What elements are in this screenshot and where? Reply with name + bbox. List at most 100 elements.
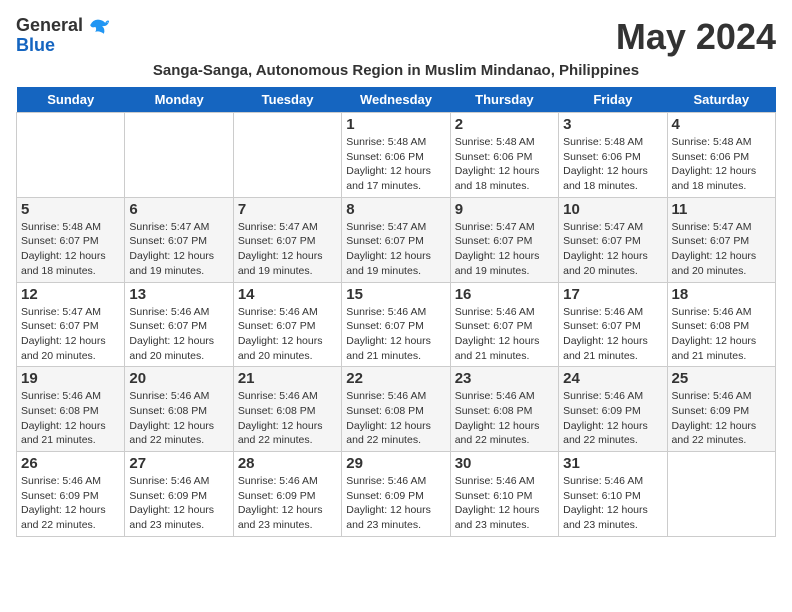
calendar-cell: 21 Sunrise: 5:46 AM Sunset: 6:08 PM Dayli… (233, 367, 341, 452)
cell-info: Sunrise: 5:46 AM Sunset: 6:08 PM Dayligh… (21, 389, 120, 448)
date-number: 5 (21, 201, 120, 218)
date-number: 17 (563, 286, 662, 303)
day-header-friday: Friday (559, 87, 667, 113)
calendar-cell: 5 Sunrise: 5:48 AM Sunset: 6:07 PM Daylig… (17, 197, 125, 282)
cell-info: Sunrise: 5:46 AM Sunset: 6:08 PM Dayligh… (346, 389, 445, 448)
date-number: 15 (346, 286, 445, 303)
day-header-saturday: Saturday (667, 87, 775, 113)
cell-info: Sunrise: 5:46 AM Sunset: 6:07 PM Dayligh… (129, 305, 228, 364)
date-number: 7 (238, 201, 337, 218)
date-number: 19 (21, 370, 120, 387)
day-header-wednesday: Wednesday (342, 87, 450, 113)
date-number: 27 (129, 455, 228, 472)
calendar-cell: 3Sunrise: 5:48 AM Sunset: 6:06 PM Daylig… (559, 113, 667, 198)
cell-info: Sunrise: 5:48 AM Sunset: 6:06 PM Dayligh… (346, 135, 445, 194)
week-row-1: 5 Sunrise: 5:48 AM Sunset: 6:07 PM Daylig… (17, 197, 776, 282)
calendar-cell: 16 Sunrise: 5:46 AM Sunset: 6:07 PM Dayli… (450, 282, 558, 367)
calendar-cell: 14Sunrise: 5:46 AM Sunset: 6:07 PM Dayli… (233, 282, 341, 367)
day-header-monday: Monday (125, 87, 233, 113)
cell-info: Sunrise: 5:46 AM Sunset: 6:07 PM Dayligh… (455, 305, 554, 364)
calendar-cell: 23Sunrise: 5:46 AM Sunset: 6:08 PM Dayli… (450, 367, 558, 452)
cell-info: Sunrise: 5:48 AM Sunset: 6:06 PM Dayligh… (563, 135, 662, 194)
cell-info: Sunrise: 5:46 AM Sunset: 6:08 PM Dayligh… (238, 389, 337, 448)
calendar-cell: 27 Sunrise: 5:46 AM Sunset: 6:09 PM Dayli… (125, 452, 233, 537)
calendar-cell: 25 Sunrise: 5:46 AM Sunset: 6:09 PM Dayli… (667, 367, 775, 452)
calendar-cell: 20 Sunrise: 5:46 AM Sunset: 6:08 PM Dayli… (125, 367, 233, 452)
calendar-cell: 8 Sunrise: 5:47 AM Sunset: 6:07 PM Daylig… (342, 197, 450, 282)
date-number: 25 (672, 370, 771, 387)
cell-info: Sunrise: 5:47 AM Sunset: 6:07 PM Dayligh… (455, 220, 554, 279)
page-title: May 2024 (616, 16, 776, 58)
date-number: 4 (672, 116, 771, 133)
day-header-tuesday: Tuesday (233, 87, 341, 113)
date-number: 6 (129, 201, 228, 218)
calendar-cell: 24 Sunrise: 5:46 AM Sunset: 6:09 PM Dayli… (559, 367, 667, 452)
date-number: 9 (455, 201, 554, 218)
date-number: 28 (238, 455, 337, 472)
date-number: 31 (563, 455, 662, 472)
cell-info: Sunrise: 5:46 AM Sunset: 6:08 PM Dayligh… (455, 389, 554, 448)
calendar-cell (667, 452, 775, 537)
date-number: 22 (346, 370, 445, 387)
cell-info: Sunrise: 5:46 AM Sunset: 6:09 PM Dayligh… (238, 474, 337, 533)
cell-info: Sunrise: 5:46 AM Sunset: 6:10 PM Dayligh… (563, 474, 662, 533)
day-header-sunday: Sunday (17, 87, 125, 113)
cell-info: Sunrise: 5:46 AM Sunset: 6:10 PM Dayligh… (455, 474, 554, 533)
calendar-cell: 9 Sunrise: 5:47 AM Sunset: 6:07 PM Daylig… (450, 197, 558, 282)
date-number: 16 (455, 286, 554, 303)
cell-info: Sunrise: 5:46 AM Sunset: 6:09 PM Dayligh… (129, 474, 228, 533)
logo-blue: Blue (16, 36, 55, 56)
cell-info: Sunrise: 5:46 AM Sunset: 6:09 PM Dayligh… (672, 389, 771, 448)
date-number: 1 (346, 116, 445, 133)
calendar-cell: 26 Sunrise: 5:46 AM Sunset: 6:09 PM Dayli… (17, 452, 125, 537)
calendar-cell: 6 Sunrise: 5:47 AM Sunset: 6:07 PM Daylig… (125, 197, 233, 282)
cell-info: Sunrise: 5:47 AM Sunset: 6:07 PM Dayligh… (346, 220, 445, 279)
date-number: 12 (21, 286, 120, 303)
calendar-cell: 22 Sunrise: 5:46 AM Sunset: 6:08 PM Dayli… (342, 367, 450, 452)
date-number: 13 (129, 286, 228, 303)
header-top: General Blue May 2024 (16, 16, 776, 58)
cell-info: Sunrise: 5:46 AM Sunset: 6:08 PM Dayligh… (672, 305, 771, 364)
date-number: 10 (563, 201, 662, 218)
calendar-cell (125, 113, 233, 198)
calendar-cell: 7 Sunrise: 5:47 AM Sunset: 6:07 PM Daylig… (233, 197, 341, 282)
week-row-3: 19 Sunrise: 5:46 AM Sunset: 6:08 PM Dayli… (17, 367, 776, 452)
cell-info: Sunrise: 5:48 AM Sunset: 6:07 PM Dayligh… (21, 220, 120, 279)
subtitle: Sanga-Sanga, Autonomous Region in Muslim… (16, 62, 776, 79)
cell-info: Sunrise: 5:46 AM Sunset: 6:08 PM Dayligh… (129, 389, 228, 448)
calendar-cell: 2Sunrise: 5:48 AM Sunset: 6:06 PM Daylig… (450, 113, 558, 198)
bird-icon (85, 16, 109, 36)
calendar-cell: 29Sunrise: 5:46 AM Sunset: 6:09 PM Dayli… (342, 452, 450, 537)
date-number: 11 (672, 201, 771, 218)
logo-general: General (16, 16, 83, 36)
cell-info: Sunrise: 5:47 AM Sunset: 6:07 PM Dayligh… (238, 220, 337, 279)
cell-info: Sunrise: 5:46 AM Sunset: 6:09 PM Dayligh… (563, 389, 662, 448)
calendar-cell: 10Sunrise: 5:47 AM Sunset: 6:07 PM Dayli… (559, 197, 667, 282)
date-number: 20 (129, 370, 228, 387)
week-row-2: 12 Sunrise: 5:47 AM Sunset: 6:07 PM Dayli… (17, 282, 776, 367)
calendar-cell: 12 Sunrise: 5:47 AM Sunset: 6:07 PM Dayli… (17, 282, 125, 367)
calendar-cell: 1 Sunrise: 5:48 AM Sunset: 6:06 PM Daylig… (342, 113, 450, 198)
calendar-cell: 18 Sunrise: 5:46 AM Sunset: 6:08 PM Dayli… (667, 282, 775, 367)
cell-info: Sunrise: 5:46 AM Sunset: 6:07 PM Dayligh… (563, 305, 662, 364)
calendar-cell (17, 113, 125, 198)
cell-info: Sunrise: 5:46 AM Sunset: 6:09 PM Dayligh… (346, 474, 445, 533)
cell-info: Sunrise: 5:46 AM Sunset: 6:07 PM Dayligh… (238, 305, 337, 364)
week-row-0: 1 Sunrise: 5:48 AM Sunset: 6:06 PM Daylig… (17, 113, 776, 198)
date-number: 8 (346, 201, 445, 218)
calendar-cell (233, 113, 341, 198)
cell-info: Sunrise: 5:47 AM Sunset: 6:07 PM Dayligh… (21, 305, 120, 364)
calendar-cell: 13 Sunrise: 5:46 AM Sunset: 6:07 PM Dayli… (125, 282, 233, 367)
calendar-cell: 4Sunrise: 5:48 AM Sunset: 6:06 PM Daylig… (667, 113, 775, 198)
cell-info: Sunrise: 5:46 AM Sunset: 6:09 PM Dayligh… (21, 474, 120, 533)
cell-info: Sunrise: 5:46 AM Sunset: 6:07 PM Dayligh… (346, 305, 445, 364)
date-number: 26 (21, 455, 120, 472)
calendar-cell: 19 Sunrise: 5:46 AM Sunset: 6:08 PM Dayli… (17, 367, 125, 452)
calendar-cell: 11Sunrise: 5:47 AM Sunset: 6:07 PM Dayli… (667, 197, 775, 282)
date-number: 21 (238, 370, 337, 387)
date-number: 18 (672, 286, 771, 303)
date-number: 24 (563, 370, 662, 387)
day-header-row: SundayMondayTuesdayWednesdayThursdayFrid… (17, 87, 776, 113)
cell-info: Sunrise: 5:48 AM Sunset: 6:06 PM Dayligh… (455, 135, 554, 194)
cell-info: Sunrise: 5:47 AM Sunset: 6:07 PM Dayligh… (129, 220, 228, 279)
